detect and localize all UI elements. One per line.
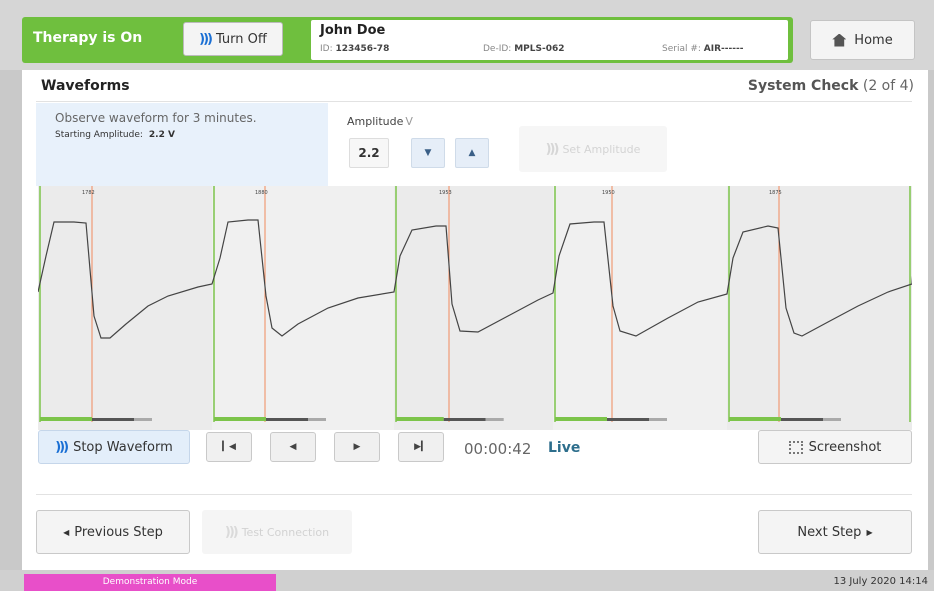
skip-to-end-button[interactable]: ▶▎ <box>398 432 444 462</box>
cycle-gray-bar <box>485 418 504 421</box>
cycle-label: 1880 <box>255 190 268 196</box>
triangle-down-icon: ▼ <box>424 148 432 158</box>
test-connection-button[interactable]: ))) Test Connection <box>202 510 352 554</box>
set-amplitude-label: Set Amplitude <box>562 142 641 156</box>
step-progress: (2 of 4) <box>862 78 914 94</box>
footer-datetime: 13 July 2020 14:14 <box>833 576 928 587</box>
step-forward-button[interactable]: ▶ <box>334 432 380 462</box>
arrow-left-icon: ◀ <box>63 527 70 537</box>
cycle-green-bar <box>396 417 444 421</box>
next-step-button[interactable]: Next Step ▶ <box>758 510 912 554</box>
turn-off-label: Turn Off <box>215 31 267 47</box>
previous-step-label: Previous Step <box>74 524 163 540</box>
amplitude-up-button[interactable]: ▲ <box>455 138 489 168</box>
waveform-display: 1782 1880 1953 1950 1875 <box>38 186 912 430</box>
triangle-up-icon: ▲ <box>468 148 476 158</box>
device-serial: Serial #: AIR------ <box>662 44 744 54</box>
home-icon <box>832 33 847 47</box>
next-step-label: Next Step <box>797 524 862 540</box>
step-back-button[interactable]: ◀ <box>270 432 316 462</box>
cycle-label: 1875 <box>769 190 782 196</box>
test-connection-label: Test Connection <box>241 525 330 539</box>
therapy-status-label: Therapy is On <box>33 30 143 46</box>
cycle-dark-bar <box>92 418 134 421</box>
home-label: Home <box>854 32 893 48</box>
cycle-green-bar <box>555 417 607 421</box>
skip-to-start-icon: ▎◀ <box>222 442 236 452</box>
live-indicator: Live <box>548 440 581 456</box>
step-indicator: System Check (2 of 4) <box>748 78 914 94</box>
cycle-green-bar <box>40 417 92 421</box>
cycle-label: 1950 <box>602 190 615 196</box>
stimulation-waves-icon: ))) <box>199 31 213 47</box>
instruction-text: Observe waveform for 3 minutes. <box>55 111 257 125</box>
title-divider <box>36 101 912 102</box>
cycle-dark-bar <box>266 418 308 421</box>
cycle-gray-bar <box>134 418 152 421</box>
stop-waveform-button[interactable]: ))) Stop Waveform <box>38 430 190 464</box>
cycle-background <box>553 186 727 430</box>
cycle-label: 1953 <box>439 190 452 196</box>
waveform-plot: 1782 1880 1953 1950 1875 <box>38 186 912 430</box>
patient-deid: De-ID: MPLS-062 <box>483 44 565 54</box>
cycle-green-bar <box>729 417 781 421</box>
stimulation-waves-icon: ))) <box>545 141 560 157</box>
cycle-green-bar <box>214 417 266 421</box>
patient-id: ID: 123456-78 <box>320 44 390 54</box>
step-label: System Check <box>747 78 859 94</box>
stop-waveform-label: Stop Waveform <box>73 439 173 455</box>
cycle-gray-bar <box>649 418 667 421</box>
screenshot-button[interactable]: Screenshot <box>758 430 912 464</box>
playback-timer: 00:00:42 <box>464 440 532 458</box>
amplitude-label: Amplitude V <box>347 115 413 128</box>
stimulation-waves-icon: ))) <box>224 524 239 540</box>
demo-mode-badge: Demonstration Mode <box>24 574 276 591</box>
skip-to-start-button[interactable]: ▎◀ <box>206 432 252 462</box>
cycle-gray-bar <box>823 418 841 421</box>
starting-amplitude: Starting Amplitude: 2.2 V <box>55 130 175 140</box>
home-button[interactable]: Home <box>810 20 915 60</box>
cycle-gray-bar <box>308 418 326 421</box>
cycle-background <box>38 186 212 430</box>
instruction-box: Observe waveform for 3 minutes. Starting… <box>36 103 328 186</box>
cycle-dark-bar <box>443 418 486 421</box>
cycle-dark-bar <box>607 418 649 421</box>
arrow-right-icon: ▶ <box>866 527 873 537</box>
cycle-dark-bar <box>781 418 823 421</box>
turn-off-button[interactable]: ))) Turn Off <box>183 22 283 56</box>
stimulation-waves-icon: ))) <box>55 439 69 455</box>
amplitude-down-button[interactable]: ▼ <box>411 138 445 168</box>
patient-info-panel: John Doe ID: 123456-78 De-ID: MPLS-062 S… <box>311 20 788 60</box>
cycle-background <box>394 186 553 430</box>
amplitude-value[interactable]: 2.2 <box>349 138 389 168</box>
nav-divider <box>36 494 912 495</box>
patient-name: John Doe <box>320 23 386 38</box>
step-forward-icon: ▶ <box>353 442 361 452</box>
cycle-background <box>727 186 912 430</box>
cycle-label: 1782 <box>82 190 95 196</box>
set-amplitude-button[interactable]: ))) Set Amplitude <box>519 126 667 172</box>
screenshot-icon <box>788 440 803 454</box>
step-back-icon: ◀ <box>289 442 297 452</box>
waveforms-card: Waveforms System Check (2 of 4) Observe … <box>22 70 928 570</box>
previous-step-button[interactable]: ◀ Previous Step <box>36 510 190 554</box>
skip-to-end-icon: ▶▎ <box>414 442 428 452</box>
screenshot-label: Screenshot <box>808 439 882 455</box>
page-title: Waveforms <box>41 78 130 94</box>
cycle-background <box>212 186 394 430</box>
